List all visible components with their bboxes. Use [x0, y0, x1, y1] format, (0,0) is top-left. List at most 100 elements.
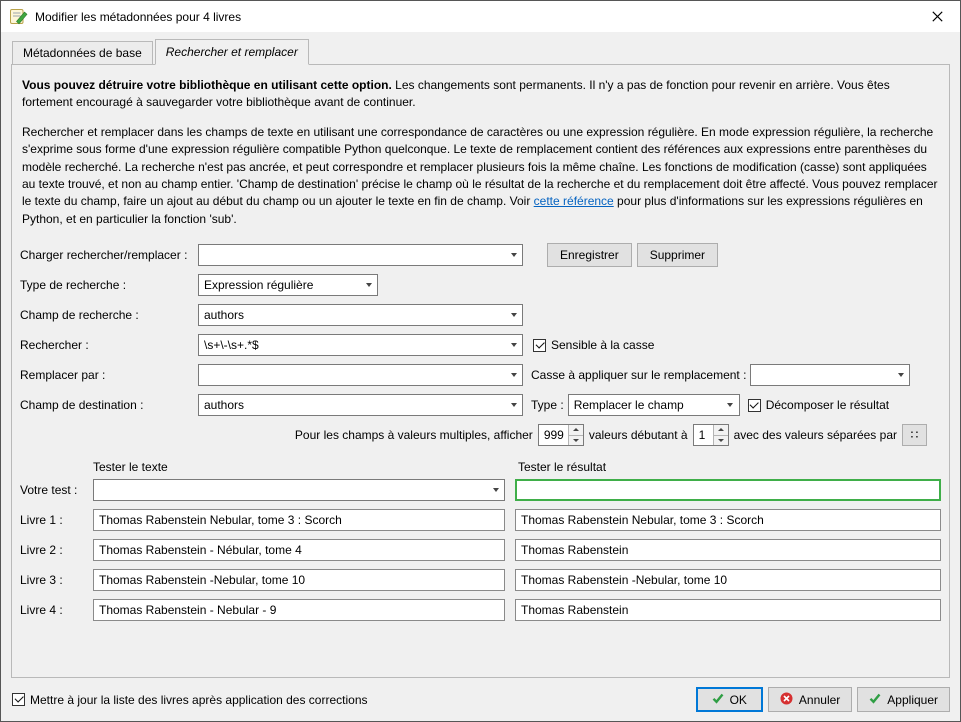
destination-field-label: Champ de destination :	[20, 398, 144, 413]
reference-link[interactable]: cette référence	[534, 194, 614, 208]
destination-field-combo[interactable]: authors	[198, 394, 523, 417]
cancel-button[interactable]: Annuler	[767, 687, 853, 712]
load-label: Charger rechercher/remplacer :	[20, 248, 188, 263]
checkbox-checked-icon[interactable]	[747, 398, 761, 412]
split-result-checkbox[interactable]: Décomposer le résultat	[747, 398, 890, 413]
spin-down-icon[interactable]	[567, 434, 583, 446]
window-title: Modifier les métadonnées pour 4 livres	[35, 9, 242, 24]
book-result-field: Thomas Rabenstein Nebular, tome 3 : Scor…	[515, 509, 941, 532]
search-for-combo[interactable]: \s+\-\s+.*$	[198, 334, 523, 357]
book-result-field: Thomas Rabenstein -Nebular, tome 10	[515, 569, 941, 592]
book-test-row: Livre 4 : Thomas Rabenstein - Nebular - …	[20, 599, 941, 622]
multiple-show-label: Pour les champs à valeurs multiples, aff…	[294, 428, 533, 443]
book-label: Livre 1 :	[20, 513, 63, 528]
update-booklist-label: Mettre à jour la liste des livres après …	[30, 692, 368, 707]
book-result: Thomas Rabenstein -Nebular, tome 10	[521, 573, 728, 588]
warning-bold: Vous pouvez détruire votre bibliothèque …	[22, 78, 392, 92]
edit-metadata-dialog: Modifier les métadonnées pour 4 livres M…	[0, 0, 961, 722]
book-text-input[interactable]: Thomas Rabenstein -Nebular, tome 10	[93, 569, 505, 592]
tab-basic-metadata[interactable]: Métadonnées de base	[12, 41, 153, 65]
tab-bar: Métadonnées de base Rechercher et rempla…	[1, 32, 960, 65]
delete-button[interactable]: Supprimer	[636, 243, 719, 268]
search-field-value: authors	[204, 308, 245, 323]
spinner-arrows[interactable]	[712, 425, 728, 446]
search-mode-label: Type de recherche :	[20, 278, 127, 293]
chevron-down-icon[interactable]	[505, 365, 522, 385]
chevron-down-icon[interactable]	[505, 305, 522, 325]
book-label: Livre 4 :	[20, 603, 63, 618]
book-test-row: Livre 3 : Thomas Rabenstein -Nebular, to…	[20, 569, 941, 592]
test-text-header: Tester le texte	[93, 460, 168, 475]
load-combo[interactable]	[198, 244, 523, 267]
book-test-row: Livre 2 : Thomas Rabenstein - Nébular, t…	[20, 539, 941, 562]
checkbox-checked-icon[interactable]	[12, 693, 25, 706]
book-text: Thomas Rabenstein -Nebular, tome 10	[99, 573, 306, 588]
search-for-value: \s+\-\s+.*$	[204, 338, 259, 353]
start-value-spinner[interactable]: 1	[692, 424, 729, 447]
replace-mode-value: Remplacer le champ	[573, 398, 684, 413]
replace-with-label: Remplacer par :	[20, 368, 106, 383]
spin-up-icon[interactable]	[712, 425, 728, 435]
your-test-input[interactable]	[93, 479, 505, 502]
book-text-input[interactable]: Thomas Rabenstein - Nebular - 9	[93, 599, 505, 622]
ok-button[interactable]: OK	[695, 687, 763, 712]
load-row: Charger rechercher/remplacer : Enregistr…	[20, 243, 941, 268]
save-button[interactable]: Enregistrer	[547, 243, 632, 268]
book-result: Thomas Rabenstein Nebular, tome 3 : Scor…	[521, 513, 764, 528]
search-field-label: Champ de recherche :	[20, 308, 139, 323]
chevron-down-icon[interactable]	[360, 275, 377, 295]
spinner-arrows[interactable]	[567, 425, 583, 446]
book-text: Thomas Rabenstein - Nebular - 9	[99, 603, 277, 618]
book-text-input[interactable]: Thomas Rabenstein Nebular, tome 3 : Scor…	[93, 509, 505, 532]
search-for-row: Rechercher : \s+\-\s+.*$ Sensible à la c…	[20, 334, 941, 357]
test-result-header: Tester le résultat	[518, 460, 607, 475]
chevron-down-icon[interactable]	[505, 245, 522, 265]
cancel-label: Annuler	[798, 692, 841, 707]
apply-label: Appliquer	[887, 692, 938, 707]
book-test-row: Livre 1 : Thomas Rabenstein Nebular, tom…	[20, 509, 941, 532]
multiple-separator-label: avec des valeurs séparées par	[733, 428, 897, 443]
warning-text: Vous pouvez détruire votre bibliothèque …	[22, 77, 939, 112]
your-test-result	[515, 479, 941, 502]
replace-func-combo[interactable]	[750, 364, 911, 387]
search-field-combo[interactable]: authors	[198, 304, 523, 327]
case-sensitive-checkbox[interactable]: Sensible à la casse	[533, 338, 654, 352]
book-text-input[interactable]: Thomas Rabenstein - Nébular, tome 4	[93, 539, 505, 562]
update-booklist-checkbox[interactable]: Mettre à jour la liste des livres après …	[12, 693, 368, 707]
replace-mode-combo[interactable]: Remplacer le champ	[567, 394, 740, 417]
multiple-values-row: Pour les champs à valeurs multiples, aff…	[20, 424, 927, 447]
chevron-down-icon[interactable]	[892, 365, 909, 385]
spin-down-icon[interactable]	[712, 434, 728, 446]
your-test-row: Votre test :	[20, 479, 941, 502]
ok-label: OK	[729, 692, 747, 707]
cancel-icon	[780, 692, 793, 708]
separator-dots-icon[interactable]: ∷	[902, 424, 927, 447]
chevron-down-icon[interactable]	[487, 480, 504, 500]
replace-func-label: Casse à appliquer sur le remplacement :	[531, 368, 747, 383]
destination-field-value: authors	[204, 398, 245, 413]
dialog-footer: Mettre à jour la liste des livres après …	[1, 678, 960, 721]
chevron-down-icon[interactable]	[505, 335, 522, 355]
values-count-spinner[interactable]: 999	[537, 424, 584, 447]
book-label: Livre 3 :	[20, 573, 63, 588]
search-mode-combo[interactable]: Expression régulière	[198, 274, 378, 297]
apply-button[interactable]: Appliquer	[857, 687, 950, 712]
tab-search-replace[interactable]: Rechercher et remplacer	[154, 39, 309, 65]
split-result-label: Décomposer le résultat	[765, 398, 890, 413]
check-icon	[869, 692, 881, 707]
book-result-field: Thomas Rabenstein	[515, 539, 941, 562]
titlebar[interactable]: Modifier les métadonnées pour 4 livres	[1, 1, 960, 32]
book-result: Thomas Rabenstein	[521, 543, 629, 558]
case-sensitive-label: Sensible à la casse	[551, 338, 655, 353]
replace-with-combo[interactable]	[198, 364, 523, 387]
replace-with-row: Remplacer par : Casse à appliquer sur le…	[20, 364, 941, 387]
close-icon[interactable]	[915, 1, 960, 32]
edit-metadata-icon	[10, 8, 28, 25]
test-headers: Tester le texte Tester le résultat	[20, 460, 941, 474]
search-field-row: Champ de recherche : authors	[20, 304, 941, 327]
spin-up-icon[interactable]	[567, 425, 583, 435]
chevron-down-icon[interactable]	[505, 395, 522, 415]
checkbox-checked-icon[interactable]	[533, 338, 546, 352]
values-count-value: 999	[543, 428, 564, 443]
chevron-down-icon[interactable]	[722, 395, 739, 415]
